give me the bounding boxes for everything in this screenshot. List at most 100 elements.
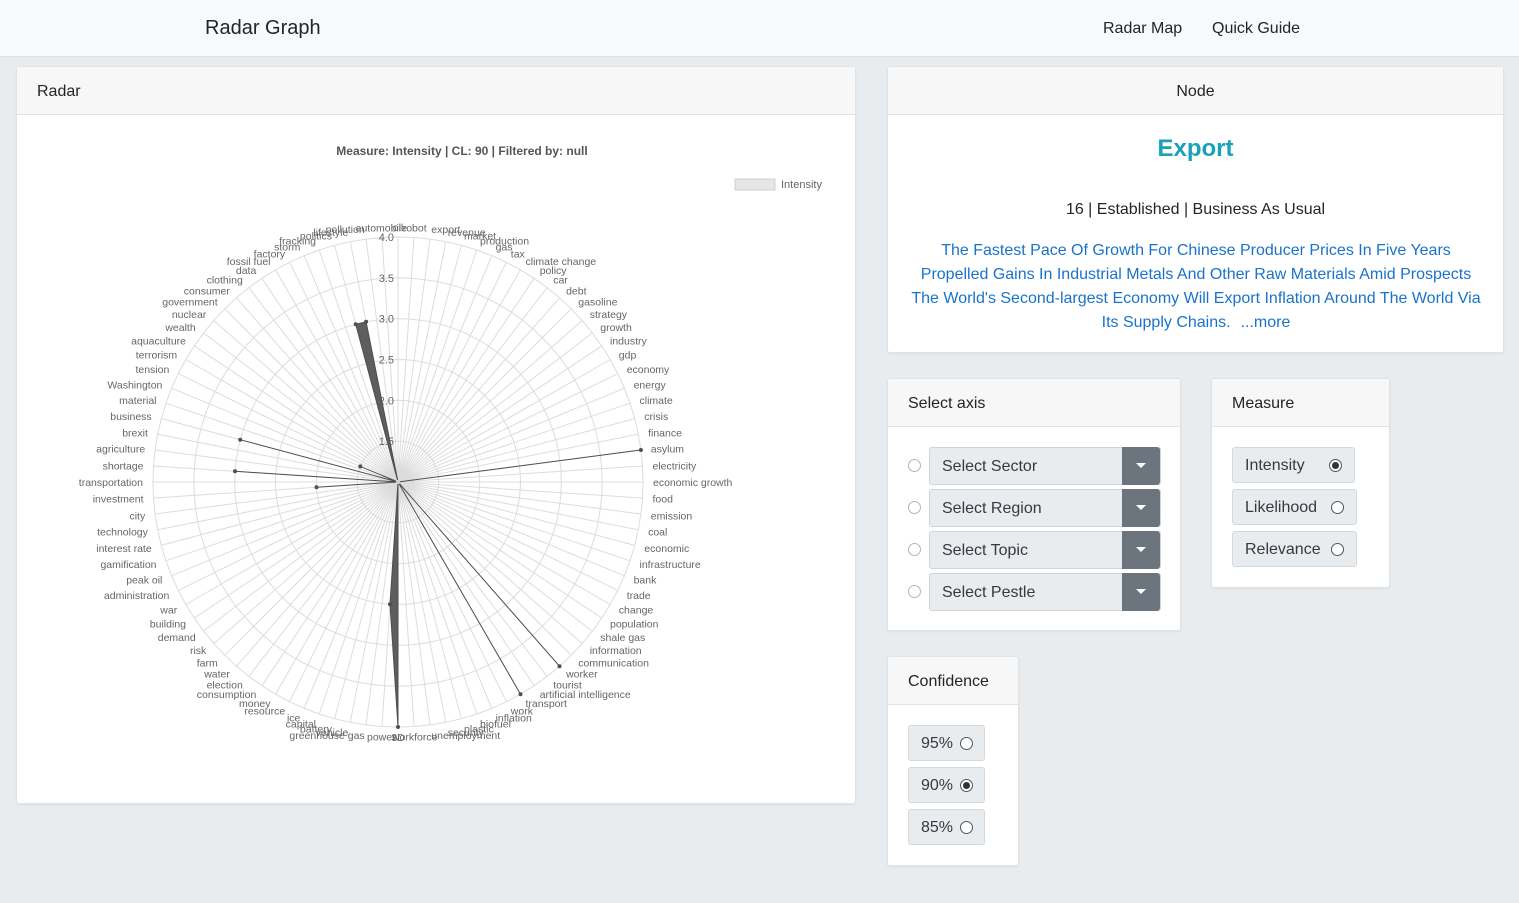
category-label: electricity [653, 460, 698, 472]
data-point[interactable] [557, 664, 562, 669]
select-region-label: Select Region [942, 500, 1042, 517]
grid-spoke [178, 481, 399, 591]
caret-down-icon [1136, 547, 1146, 552]
data-point[interactable] [518, 692, 523, 697]
select-topic[interactable]: Select Topic [929, 531, 1161, 569]
category-label: strategy [590, 309, 628, 321]
select-pestle-dropdown-button[interactable] [1122, 573, 1160, 611]
node-description: The Fastest Pace Of Growth For Chinese P… [911, 242, 1481, 331]
radio-icon[interactable] [1331, 501, 1344, 514]
r-tick-label: 3.5 [379, 273, 394, 285]
confidence-option-90[interactable]: 90% [908, 767, 985, 803]
category-label: tax [511, 248, 526, 260]
category-label: communication [578, 657, 649, 669]
category-label: asylum [651, 444, 685, 456]
category-label: city [129, 510, 146, 522]
radio-selected-icon[interactable] [1329, 459, 1342, 472]
axis-radio-pestle[interactable] [908, 585, 921, 598]
measure-option-label: Likelihood [1245, 499, 1318, 516]
radio-icon[interactable] [1331, 543, 1344, 556]
select-axis-header: Select axis [888, 379, 1180, 427]
data-point[interactable] [396, 480, 400, 484]
grid-spoke [397, 481, 572, 656]
select-topic-dropdown-button[interactable] [1122, 531, 1160, 569]
radar-card: Radar Measure: Intensity | CL: 90 | Filt… [16, 66, 856, 804]
radio-selected-icon[interactable] [960, 779, 973, 792]
data-point[interactable] [358, 464, 363, 469]
category-label: economic growth [653, 477, 733, 489]
data-point[interactable] [388, 602, 392, 607]
measure-option-likelihood[interactable]: Likelihood [1232, 489, 1357, 525]
category-label: terrorism [136, 350, 178, 362]
category-label: industry [610, 335, 648, 347]
grid-spoke [171, 481, 399, 577]
brand-title[interactable]: Radar Graph [205, 17, 321, 40]
data-point[interactable] [314, 485, 319, 490]
axis-radio-topic[interactable] [908, 543, 921, 556]
node-description-block: The Fastest Pace Of Growth For Chinese P… [908, 239, 1484, 335]
caret-down-icon [1136, 505, 1146, 510]
category-label: gdp [619, 350, 637, 362]
category-label: automobile [356, 223, 408, 235]
more-link[interactable]: ...more [1241, 314, 1291, 331]
grid-spoke [289, 481, 399, 702]
confidence-option-95[interactable]: 95% [908, 725, 985, 761]
category-label: tension [135, 364, 169, 376]
data-point[interactable] [353, 322, 358, 327]
category-label: growth [600, 322, 632, 334]
category-label: change [619, 605, 654, 617]
select-sector[interactable]: Select Sector [929, 447, 1161, 485]
select-region-dropdown-button[interactable] [1122, 489, 1160, 527]
category-label: demand [158, 632, 196, 644]
confidence-header: Confidence [888, 657, 1018, 705]
grid-spoke [224, 308, 399, 483]
grid-spoke [397, 481, 625, 577]
legend-label: Intensity [781, 179, 822, 191]
data-point[interactable] [238, 437, 243, 442]
grid-spoke [224, 481, 399, 656]
category-label: investment [93, 494, 144, 506]
select-region[interactable]: Select Region [929, 489, 1161, 527]
grid-spoke [397, 481, 507, 702]
caret-down-icon [1136, 589, 1146, 594]
data-point[interactable] [364, 319, 369, 324]
confidence-option-85[interactable]: 85% [908, 809, 985, 845]
category-label: ice [287, 713, 301, 725]
category-label: peak oil [126, 575, 162, 587]
navbar: Radar Graph Radar Map Quick Guide [0, 0, 1519, 57]
data-point[interactable] [638, 448, 643, 452]
category-label: climate [640, 395, 673, 407]
radio-icon[interactable] [960, 737, 973, 750]
node-card-header: Node [888, 67, 1503, 115]
radar-chart[interactable]: Measure: Intensity | CL: 90 | Filtered b… [17, 115, 857, 805]
grid-spoke [397, 481, 641, 515]
category-label: nuclear [172, 309, 207, 321]
select-sector-dropdown-button[interactable] [1122, 447, 1160, 485]
measure-option-intensity[interactable]: Intensity [1232, 447, 1355, 483]
category-label: debt [566, 285, 587, 297]
confidence-option-label: 90% [921, 777, 954, 794]
radio-icon[interactable] [960, 821, 973, 834]
measure-option-label: Intensity [1245, 457, 1305, 474]
measure-option-relevance[interactable]: Relevance [1232, 531, 1357, 567]
category-label: emission [651, 510, 693, 522]
category-label: economy [627, 364, 670, 376]
grid-spoke [155, 481, 399, 515]
data-point[interactable] [233, 469, 237, 474]
category-label: finance [648, 427, 682, 439]
caret-down-icon [1136, 463, 1146, 468]
nav-link-quick-guide[interactable]: Quick Guide [1212, 20, 1300, 38]
radar-card-header: Radar [17, 67, 855, 115]
grid-spoke [397, 373, 618, 483]
data-point[interactable] [396, 725, 400, 729]
node-title: Export [1157, 135, 1234, 162]
category-label: election [207, 679, 243, 691]
grid-spoke [289, 262, 399, 483]
axis-radio-sector[interactable] [908, 459, 921, 472]
category-label: transportation [79, 477, 143, 489]
category-label: aquaculture [131, 335, 186, 347]
nav-link-radar-map[interactable]: Radar Map [1103, 20, 1182, 38]
category-label: population [610, 619, 659, 631]
select-pestle[interactable]: Select Pestle [929, 573, 1161, 611]
axis-radio-region[interactable] [908, 501, 921, 514]
